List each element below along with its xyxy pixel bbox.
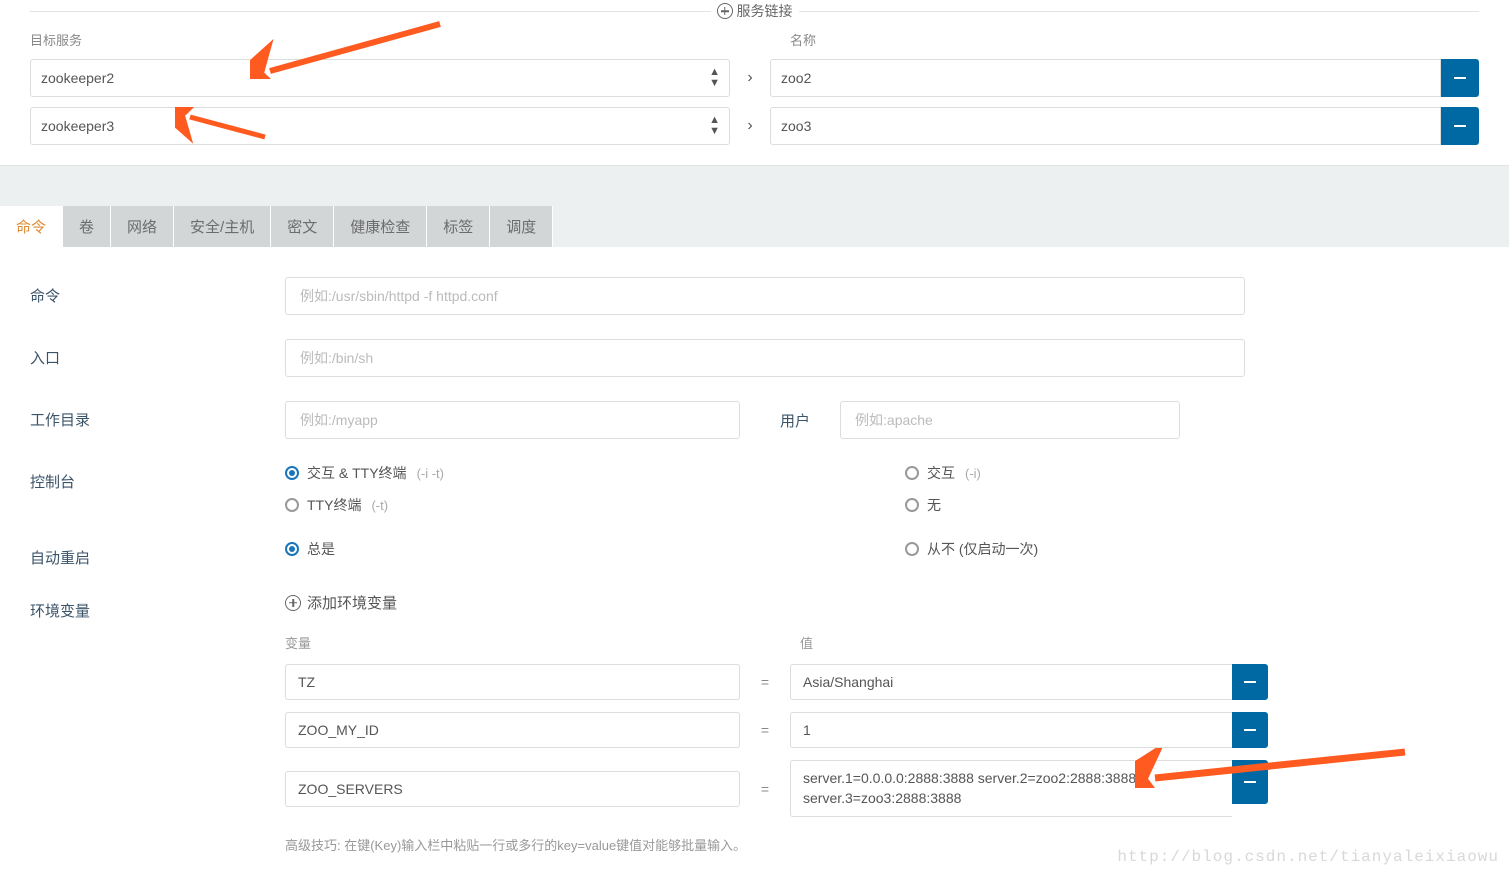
equals-sign: =: [740, 674, 790, 690]
workdir-label: 工作目录: [30, 401, 285, 430]
tab-0[interactable]: 命令: [0, 206, 63, 247]
equals-sign: =: [740, 722, 790, 738]
console-tty-radio[interactable]: TTY终端 (-t): [285, 495, 705, 515]
user-input[interactable]: [840, 401, 1180, 439]
tab-1[interactable]: 卷: [63, 206, 111, 247]
target-service-label: 目标服务: [30, 30, 730, 49]
command-panel: 命令 入口 工作目录 用户: [0, 247, 1509, 874]
plus-circle-icon: [717, 3, 733, 19]
tab-6[interactable]: 标签: [427, 206, 490, 247]
command-input[interactable]: [285, 277, 1245, 315]
tab-7[interactable]: 调度: [490, 206, 553, 247]
console-label: 控制台: [30, 463, 285, 492]
env-key-input[interactable]: [285, 712, 740, 748]
env-value-input[interactable]: [790, 712, 1232, 748]
target-service-select[interactable]: zookeeper3: [30, 107, 730, 145]
equals-sign: =: [740, 781, 790, 797]
env-key-input[interactable]: [285, 771, 740, 807]
service-link-title: 服务链接: [737, 1, 793, 21]
tab-5[interactable]: 健康检查: [334, 206, 427, 247]
plus-circle-icon: [285, 595, 301, 611]
console-interactive-radio[interactable]: 交互 (-i): [905, 463, 1325, 483]
remove-env-button[interactable]: [1232, 712, 1268, 748]
target-service-value: zookeeper2: [41, 70, 114, 86]
tab-3[interactable]: 安全/主机: [174, 206, 271, 247]
remove-link-button[interactable]: [1441, 107, 1479, 145]
link-name-input[interactable]: [770, 107, 1441, 145]
arrow-right-icon: ›: [730, 69, 770, 87]
remove-env-button[interactable]: [1232, 760, 1268, 804]
command-label: 命令: [30, 277, 285, 306]
entry-input[interactable]: [285, 339, 1245, 377]
link-name-input[interactable]: [770, 59, 1441, 97]
select-caret-icon: ▲▼: [709, 115, 720, 137]
env-key-input[interactable]: [285, 664, 740, 700]
target-service-select[interactable]: zookeeper2: [30, 59, 730, 97]
user-label: 用户: [780, 410, 810, 431]
remove-link-button[interactable]: [1441, 59, 1479, 97]
name-label: 名称: [790, 30, 816, 49]
select-caret-icon: ▲▼: [709, 67, 720, 89]
entry-label: 入口: [30, 339, 285, 368]
watermark: http://blog.csdn.net/tianyaleixiaowu: [1117, 848, 1499, 866]
add-env-var-button[interactable]: 添加环境变量: [285, 592, 397, 613]
env-vars-label: 环境变量: [30, 592, 285, 621]
env-val-header: 值: [800, 633, 813, 652]
workdir-input[interactable]: [285, 401, 740, 439]
tab-4[interactable]: 密文: [271, 206, 334, 247]
service-link-header: 服务链接: [30, 0, 1479, 22]
console-interactive-tty-radio[interactable]: 交互 & TTY终端 (-i -t): [285, 463, 705, 483]
restart-never-radio[interactable]: 从不 (仅启动一次): [905, 539, 1325, 559]
target-service-value: zookeeper3: [41, 118, 114, 134]
env-value-textarea[interactable]: [790, 760, 1232, 817]
auto-restart-label: 自动重启: [30, 539, 285, 568]
remove-env-button[interactable]: [1232, 664, 1268, 700]
arrow-right-icon: ›: [730, 117, 770, 135]
add-service-link-button[interactable]: 服务链接: [717, 1, 793, 21]
tabs: 命令卷网络安全/主机密文健康检查标签调度: [0, 206, 1509, 247]
console-none-radio[interactable]: 无: [905, 495, 1325, 515]
env-var-header: 变量: [285, 633, 740, 652]
tab-2[interactable]: 网络: [111, 206, 174, 247]
restart-always-radio[interactable]: 总是: [285, 539, 705, 559]
env-value-input[interactable]: [790, 664, 1232, 700]
